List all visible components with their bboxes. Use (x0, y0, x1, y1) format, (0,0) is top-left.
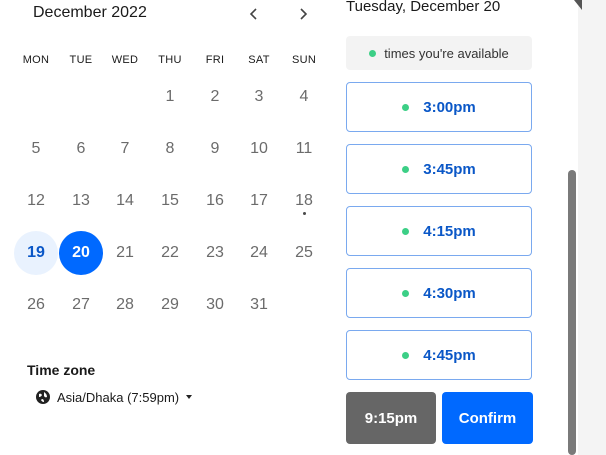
selected-time-button[interactable]: 9:15pm (346, 392, 436, 444)
legend-text: times you're available (384, 45, 509, 61)
timezone-select[interactable]: Asia/Dhaka (7:59pm) (35, 389, 193, 405)
calendar-day: 26 (27, 296, 45, 313)
today-marker-dot (303, 212, 306, 215)
weekday-thu: THU (158, 54, 182, 66)
calendar-day: 3 (254, 88, 264, 105)
calendar-day: 27 (72, 296, 90, 313)
weekday-fri: FRI (205, 54, 225, 66)
calendar-day: 17 (250, 192, 268, 209)
calendar-day: 7 (120, 140, 130, 157)
calendar-day: 22 (161, 244, 179, 261)
calendar-day: 6 (76, 140, 86, 157)
calendar-day: 13 (72, 192, 90, 209)
available-dot-icon (402, 289, 410, 297)
caret-down-icon (186, 395, 193, 399)
available-dot-icon (402, 165, 410, 173)
scrollbar-thumb[interactable] (568, 170, 576, 455)
chevron-left-icon (249, 8, 257, 20)
calendar-day: 5 (31, 140, 41, 157)
weekday-wed: WED (111, 54, 139, 66)
calendar-day: 21 (116, 244, 134, 261)
calendar-day: 28 (116, 296, 134, 313)
page-edge (578, 0, 606, 455)
calendar-day: 31 (250, 296, 268, 313)
weekday-sun: SUN (291, 54, 317, 66)
available-dot-icon (402, 227, 410, 235)
calendar-day: 4 (299, 88, 309, 105)
confirm-button[interactable]: Confirm (442, 392, 533, 444)
month-label: December 2022 (33, 4, 147, 21)
scroll-up-arrow-icon[interactable] (574, 0, 582, 10)
calendar-day: 15 (161, 192, 179, 209)
calendar-day: 25 (295, 244, 313, 261)
weekday-sat: SAT (248, 54, 270, 66)
prev-month-button[interactable] (242, 2, 266, 26)
weekday-tue: TUE (69, 54, 93, 66)
weekday-mon: MON (22, 54, 50, 66)
time-slot-button[interactable]: 3:45pm (346, 144, 532, 194)
calendar-day: 30 (206, 296, 224, 313)
calendar-day: 10 (250, 140, 268, 157)
globe-icon (36, 390, 50, 404)
calendar-day: 16 (206, 192, 224, 209)
calendar-day-available[interactable]: 19 (14, 231, 58, 275)
calendar-day: 12 (27, 192, 45, 209)
time-slot-label: 4:45pm (423, 346, 476, 364)
calendar-day: 9 (210, 140, 220, 157)
timezone-value: Asia/Dhaka (7:59pm) (57, 389, 180, 405)
available-dot-icon (402, 103, 410, 111)
calendar-day: 14 (116, 192, 134, 209)
calendar-day: 2 (210, 88, 220, 105)
time-slot-label: 4:15pm (423, 222, 476, 240)
chevron-right-icon (300, 8, 308, 20)
availability-legend: times you're available (346, 36, 532, 70)
calendar-day: 24 (250, 244, 268, 261)
calendar-day: 1 (165, 88, 175, 105)
calendar-day: 29 (161, 296, 179, 313)
next-month-button[interactable] (291, 2, 315, 26)
time-slot-button[interactable]: 4:15pm (346, 206, 532, 256)
calendar-day: 11 (295, 140, 313, 157)
time-slot-button[interactable]: 3:00pm (346, 82, 532, 132)
calendar-day: 23 (206, 244, 224, 261)
calendar-day: 18 (295, 192, 313, 209)
available-dot-icon (402, 351, 410, 359)
time-slot-label: 4:30pm (423, 284, 476, 302)
selected-date-heading: Tuesday, December 20 (346, 0, 501, 15)
time-slot-label: 3:45pm (423, 160, 476, 178)
calendar-day-selected[interactable]: 20 (59, 231, 103, 275)
time-slot-label: 3:00pm (423, 98, 476, 116)
time-slot-button[interactable]: 4:30pm (346, 268, 532, 318)
time-slot-button[interactable]: 4:45pm (346, 330, 532, 380)
calendar-day: 8 (165, 140, 175, 157)
available-dot-icon (369, 49, 377, 57)
timezone-label: Time zone (27, 362, 96, 378)
